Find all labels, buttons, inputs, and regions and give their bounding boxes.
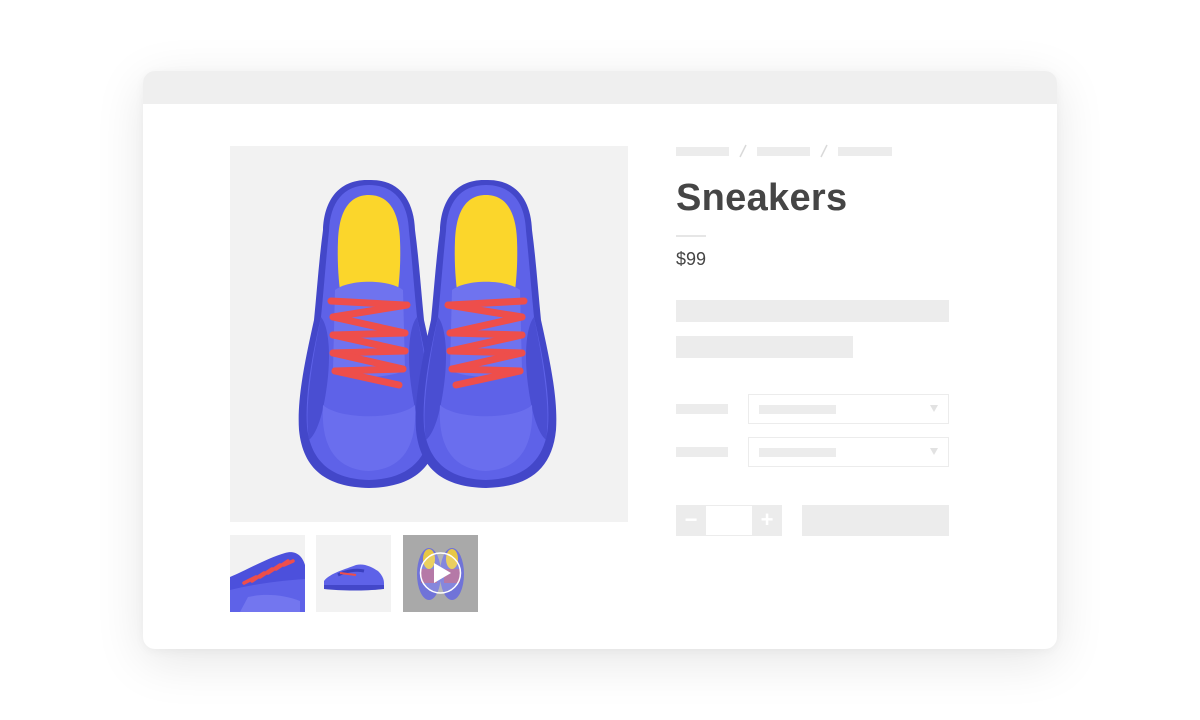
thumbnail-video[interactable] [403,535,478,612]
breadcrumb-item-placeholder[interactable] [838,147,892,156]
main-product-image[interactable] [230,146,628,522]
sneaker-side-thumbnail-image [324,564,384,591]
sneaker-angle-thumbnail-image [230,552,305,612]
quantity-increase-button[interactable]: + [752,505,782,536]
thumbnail-side[interactable] [316,535,391,612]
window-titlebar [143,71,1057,104]
add-to-cart-button[interactable] [802,505,949,536]
description-line-placeholder [676,336,853,358]
browser-window: Sneakers $99 − + [143,71,1057,649]
play-icon[interactable] [403,535,478,612]
title-divider [676,235,706,237]
breadcrumb-item-placeholder[interactable] [757,147,810,156]
select-value-placeholder [759,405,836,414]
select-value-placeholder [759,448,836,457]
breadcrumb-separator-icon [820,144,828,158]
chevron-down-icon [930,448,938,455]
right-shoe [416,180,557,488]
option-select-1[interactable] [748,394,949,424]
chevron-down-icon [930,405,938,412]
sneakers-top-view-illustration [230,146,628,522]
option-label-placeholder [676,404,728,414]
page-backdrop: Sneakers $99 − + [0,0,1200,720]
breadcrumb-item-placeholder[interactable] [676,147,729,156]
quantity-decrease-button[interactable]: − [676,505,706,536]
thumbnail-side-angle[interactable] [230,535,305,612]
product-price: $99 [676,249,707,269]
option-label-placeholder [676,447,728,457]
description-line-placeholder [676,300,949,322]
quantity-input[interactable] [706,505,752,536]
product-title: Sneakers [676,177,848,219]
breadcrumb-separator-icon [739,144,747,158]
option-select-2[interactable] [748,437,949,467]
